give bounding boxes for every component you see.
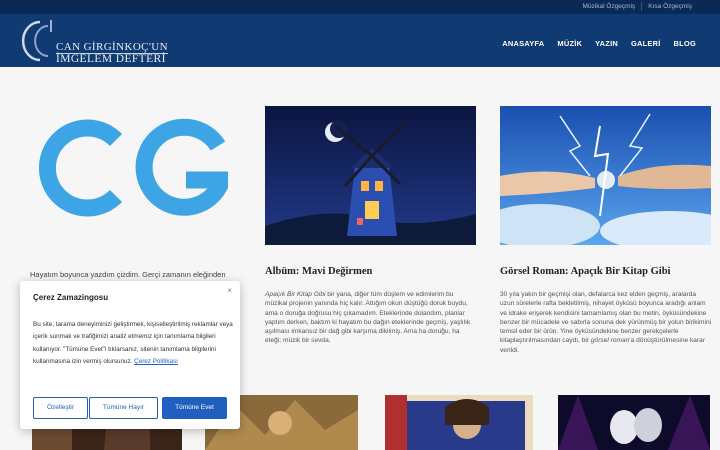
logo-line-1: CAN GİRGİNKOÇ'UN	[56, 41, 168, 53]
card-text-novel-italic: görsel roman	[590, 337, 630, 345]
top-links: Müzikal Özgeçmiş Kısa Özgeçmiş	[577, 2, 698, 11]
thumbnail-theater-masks[interactable]	[558, 395, 710, 450]
site-header: CAN GİRGİNKOÇ'UN İMGELEM DEFTERİ ANASAYF…	[0, 14, 720, 67]
main-nav: ANASAYFA MÜZİK YAZIN GALERİ BLOG	[502, 39, 696, 48]
card-title-album[interactable]: Albüm: Mavi Değirmen	[265, 266, 372, 277]
intro-text: Hayatım boyunca yazdım çizdim. Gerçi zam…	[30, 270, 226, 279]
top-link-short-cv[interactable]: Kısa Özgeçmiş	[641, 2, 698, 11]
reject-all-button[interactable]: Tümüne Hayır	[89, 397, 158, 419]
cookie-policy-link[interactable]: Çerez Politikası	[134, 358, 178, 365]
cookie-dialog-body: Bu site, tarama deneyiminizi geliştirmek…	[33, 319, 233, 369]
card-title-graphic-novel[interactable]: Görsel Roman: Apaçık Bir Kitap Gibi	[500, 266, 670, 277]
customize-button[interactable]: Özelleştir	[33, 397, 88, 419]
nav-item-gallery[interactable]: GALERİ	[631, 39, 661, 48]
nav-item-home[interactable]: ANASAYFA	[502, 39, 544, 48]
album-cover-image[interactable]	[265, 106, 476, 245]
nav-item-blog[interactable]: BLOG	[674, 39, 696, 48]
top-link-musical-cv[interactable]: Müzikal Özgeçmiş	[577, 2, 642, 11]
site-logo[interactable]: CAN GİRGİNKOÇ'UN İMGELEM DEFTERİ	[18, 16, 188, 66]
card-text-album-body: bir yana, diğer tüm düşlem ve edimlerim …	[265, 291, 471, 345]
nav-item-music[interactable]: MÜZİK	[557, 39, 582, 48]
cg-monogram-icon	[21, 20, 52, 62]
close-icon[interactable]: ×	[227, 286, 232, 295]
nav-item-writing[interactable]: YAZIN	[595, 39, 618, 48]
cookie-dialog-title: Çerez Zamazingosu	[33, 293, 109, 302]
cg-large-logo	[38, 118, 228, 217]
card-text-graphic-novel: 30 yıla yakın bir geçmişi olan, defalarc…	[500, 290, 712, 355]
cookie-dialog-text: Bu site, tarama deneyiminizi geliştirmek…	[33, 321, 233, 366]
card-text-album-italic: Apaçık Bir Kitap Gibi	[265, 291, 326, 298]
cookie-consent-dialog: Çerez Zamazingosu × Bu site, tarama dene…	[20, 281, 240, 429]
graphic-novel-cover-image[interactable]	[500, 106, 711, 245]
logo-line-2: İMGELEM DEFTERİ	[56, 53, 166, 65]
thumbnail-musica[interactable]	[385, 395, 533, 450]
card-text-album: Apaçık Bir Kitap Gibi bir yana, diğer tü…	[265, 290, 477, 346]
top-bar: Müzikal Özgeçmiş Kısa Özgeçmiş	[0, 0, 720, 14]
accept-all-button[interactable]: Tümüne Evet	[162, 397, 227, 419]
